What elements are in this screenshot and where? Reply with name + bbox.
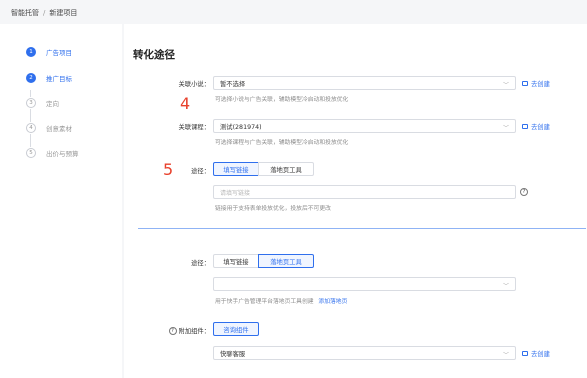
novel-create-label: 去创建 [531, 81, 550, 88]
section-title: 转化途径 [133, 49, 175, 61]
path2-hint: 用于快手广告管理平台落地页工具创建 添加落地页 [215, 296, 347, 305]
path1-landing-tool-option[interactable]: 落地页工具 [258, 162, 314, 176]
step-number: 2 [26, 73, 36, 83]
chevron-down-icon: ﹀ [502, 82, 509, 89]
step-connector [30, 109, 31, 122]
path2-hint-text: 用于快手广告管理平台落地页工具创建 [215, 299, 314, 305]
addon-select-value: 快聊客服 [220, 350, 246, 358]
novel-select[interactable]: 暂不选择 ﹀ [213, 76, 516, 90]
consult-component-button[interactable]: 咨询组件 [213, 322, 259, 336]
addon-select[interactable]: 快聊客服 ﹀ [213, 346, 516, 360]
addon-create-link[interactable]: 去创建 [522, 349, 550, 358]
chevron-down-icon: ﹀ [502, 125, 509, 132]
step-bid-budget[interactable]: 5 出价与预算 [26, 148, 79, 158]
chevron-down-icon: ﹀ [502, 283, 509, 290]
step-number: 4 [26, 123, 36, 133]
annotation-4: 4 [180, 94, 191, 113]
add-landing-page-link[interactable]: 添加落地页 [318, 299, 347, 305]
course-select-value: 测试(281974) [220, 123, 262, 131]
step-connector [30, 90, 31, 97]
path2-landing-tool-option[interactable]: 落地页工具 [258, 254, 314, 268]
external-link-icon [522, 351, 528, 356]
step-ad-project[interactable]: 1 广告项目 [26, 47, 72, 57]
external-link-icon [522, 124, 528, 129]
addon-create-label: 去创建 [531, 351, 550, 358]
path1-link-placeholder: 请填写链接 [220, 189, 251, 197]
path2-label: 途径： [191, 260, 210, 267]
course-create-label: 去创建 [531, 124, 550, 131]
breadcrumb-root[interactable]: 智能托管 [11, 9, 39, 17]
path1-hint: 链接用于支持表单投放优化，投放后不可更改 [215, 206, 331, 212]
step-targeting[interactable]: 3 定向 [26, 98, 59, 108]
step-promotion-goal[interactable]: 2 推广目标 [26, 73, 72, 83]
path1-label: 途径： [191, 168, 210, 175]
step-creative[interactable]: 4 创意素材 [26, 123, 72, 133]
step-label: 出价与预算 [46, 150, 79, 158]
breadcrumb: 智能托管 / 新建项目 [11, 8, 77, 18]
step-label: 广告项目 [46, 49, 72, 57]
section-divider [138, 228, 586, 229]
novel-label: 关联小说： [178, 81, 210, 88]
course-hint: 可选择课程与广告关联，辅助模型冷启动和投放优化 [215, 140, 349, 146]
step-number: 3 [26, 98, 36, 108]
annotation-5: 5 [163, 160, 174, 179]
breadcrumb-current: 新建项目 [49, 9, 78, 17]
step-connector [30, 134, 31, 147]
help-icon[interactable]: ? [520, 188, 528, 196]
step-label: 创意素材 [46, 125, 72, 133]
step-number: 1 [26, 47, 36, 57]
course-select[interactable]: 测试(281974) ﹀ [213, 119, 516, 133]
addon-label: 附加组件： [178, 328, 210, 335]
course-create-link[interactable]: 去创建 [522, 122, 550, 131]
novel-select-value: 暂不选择 [220, 80, 246, 88]
chevron-down-icon: ﹀ [502, 352, 509, 359]
addon-label-wrap: ? 附加组件： [148, 326, 210, 335]
external-link-icon [522, 81, 528, 86]
novel-create-link[interactable]: 去创建 [522, 79, 550, 88]
help-icon[interactable]: ? [168, 326, 177, 335]
step-label: 定向 [46, 100, 59, 108]
step-number: 5 [26, 148, 36, 158]
path2-fill-link-option[interactable]: 填写链接 [213, 254, 259, 268]
path2-landing-page-select[interactable]: ﹀ [213, 277, 516, 291]
path1-fill-link-option[interactable]: 填写链接 [213, 162, 259, 176]
novel-hint: 可选择小说与广告关联，辅助模型冷启动和投放优化 [215, 97, 349, 103]
course-label: 关联课程： [178, 124, 210, 131]
step-label: 推广目标 [46, 75, 72, 83]
breadcrumb-separator: / [43, 9, 46, 17]
path1-link-input[interactable]: 请填写链接 [213, 185, 516, 199]
